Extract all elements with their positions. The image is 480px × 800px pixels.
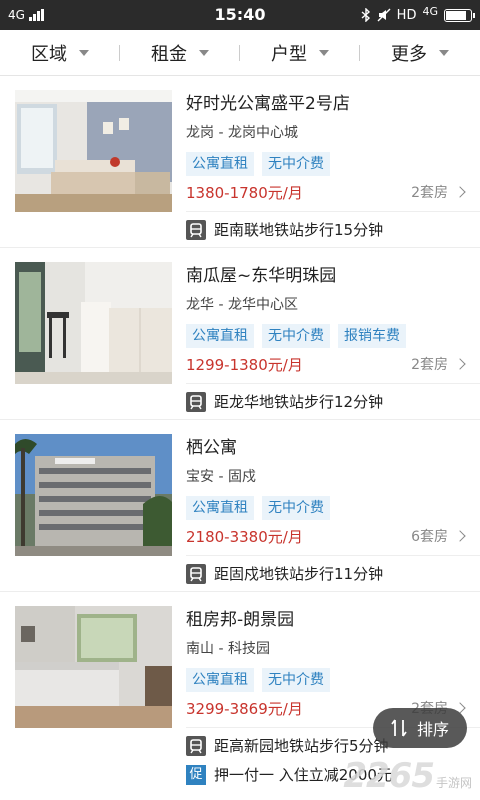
- filter-layout[interactable]: 户型: [240, 30, 360, 75]
- filter-rent[interactable]: 租金: [120, 30, 240, 75]
- mute-icon: [377, 8, 391, 22]
- filter-label: 区域: [31, 43, 67, 65]
- caret-down-icon: [79, 49, 89, 56]
- metro-info: 距龙华地铁站步行12分钟: [186, 391, 383, 412]
- watermark-number: 2265: [343, 756, 435, 796]
- listing-price: 1380-1780元/月: [186, 184, 303, 202]
- tag: 无中介费: [262, 668, 330, 692]
- filter-bar: 区域 租金 户型 更多: [0, 30, 480, 76]
- listing-area: 宝安 - 固戍: [186, 469, 256, 485]
- divider: [186, 211, 480, 212]
- tag: 无中介费: [262, 152, 330, 176]
- listing-tags: 公寓直租 无中介费: [186, 668, 330, 692]
- caret-down-icon: [439, 49, 449, 56]
- listing-photo: [15, 262, 172, 384]
- tag: 无中介费: [262, 324, 330, 348]
- listing-photo: [15, 434, 172, 556]
- subway-icon: [186, 219, 206, 240]
- watermark-logo: 2265 手游网: [343, 756, 472, 796]
- promo-badge: 促: [186, 764, 206, 785]
- listing-area: 南山 - 科技园: [186, 641, 270, 657]
- listing-title: 南瓜屋~东华明珠园: [186, 266, 337, 286]
- listing-price: 2180-3380元/月: [186, 528, 303, 546]
- listing-photo: [15, 606, 172, 728]
- listing-area: 龙华 - 龙华中心区: [186, 297, 298, 313]
- tag: 公寓直租: [186, 324, 254, 348]
- tag: 报销车费: [338, 324, 406, 348]
- tag: 公寓直租: [186, 496, 254, 520]
- tag: 公寓直租: [186, 668, 254, 692]
- listing-photo: [15, 90, 172, 212]
- subway-icon: [186, 735, 206, 756]
- room-count: 6套房: [411, 526, 466, 546]
- metro-text: 距南联地铁站步行15分钟: [214, 221, 384, 239]
- chevron-right-icon: [454, 186, 466, 198]
- metro-info: 距固戍地铁站步行11分钟: [186, 563, 383, 584]
- bluetooth-icon: [361, 8, 370, 22]
- chevron-right-icon: [454, 358, 466, 370]
- metro-text: 距固戍地铁站步行11分钟: [214, 565, 384, 583]
- listing-title: 栖公寓: [186, 438, 237, 458]
- sort-icon: [391, 719, 407, 737]
- metro-info: 距南联地铁站步行15分钟: [186, 219, 383, 240]
- listing-list: 好时光公寓盛平2号店 龙岗 - 龙岗中心城 公寓直租 无中介费 1380-178…: [0, 76, 480, 800]
- chevron-right-icon: [454, 530, 466, 542]
- network-right-label: 4G: [422, 4, 438, 18]
- metro-text: 距龙华地铁站步行12分钟: [214, 393, 384, 411]
- status-bar: 4G 15:40 HD 4G: [0, 0, 480, 30]
- room-count-label: 2套房: [411, 357, 448, 373]
- subway-icon: [186, 391, 206, 412]
- listing-item[interactable]: 栖公寓 宝安 - 固戍 公寓直租 无中介费 2180-3380元/月 6套房 距…: [0, 420, 480, 592]
- divider: [186, 555, 480, 556]
- subway-icon: [186, 563, 206, 584]
- battery-icon: [444, 8, 475, 22]
- listing-item[interactable]: 南瓜屋~东华明珠园 龙华 - 龙华中心区 公寓直租 无中介费 报销车费 1299…: [0, 248, 480, 420]
- divider: [186, 383, 480, 384]
- listing-title: 租房邦-朗景园: [186, 610, 295, 630]
- listing-tags: 公寓直租 无中介费: [186, 496, 330, 520]
- metro-info: 距高新园地铁站步行5分钟: [186, 735, 389, 756]
- caret-down-icon: [319, 49, 329, 56]
- listing-item[interactable]: 好时光公寓盛平2号店 龙岗 - 龙岗中心城 公寓直租 无中介费 1380-178…: [0, 76, 480, 248]
- watermark-text: 手游网: [435, 776, 472, 790]
- filter-region[interactable]: 区域: [0, 30, 120, 75]
- listing-tags: 公寓直租 无中介费 报销车费: [186, 324, 406, 348]
- room-count: 2套房: [411, 354, 466, 374]
- status-right: HD 4G: [361, 0, 475, 30]
- tag: 公寓直租: [186, 152, 254, 176]
- hd-label: HD: [396, 7, 417, 23]
- filter-label: 户型: [271, 43, 307, 65]
- room-count: 2套房: [411, 182, 466, 202]
- sort-button[interactable]: 排序: [373, 708, 467, 748]
- filter-label: 更多: [391, 43, 427, 65]
- listing-area: 龙岗 - 龙岗中心城: [186, 125, 298, 141]
- room-count-label: 2套房: [411, 185, 448, 201]
- sort-label: 排序: [416, 720, 449, 739]
- tag: 无中介费: [262, 496, 330, 520]
- listing-title: 好时光公寓盛平2号店: [186, 94, 350, 114]
- metro-text: 距高新园地铁站步行5分钟: [214, 737, 389, 755]
- room-count-label: 6套房: [411, 529, 448, 545]
- filter-more[interactable]: 更多: [360, 30, 480, 75]
- listing-price: 3299-3869元/月: [186, 700, 303, 718]
- caret-down-icon: [199, 49, 209, 56]
- listing-tags: 公寓直租 无中介费: [186, 152, 330, 176]
- filter-label: 租金: [151, 43, 187, 65]
- listing-price: 1299-1380元/月: [186, 356, 303, 374]
